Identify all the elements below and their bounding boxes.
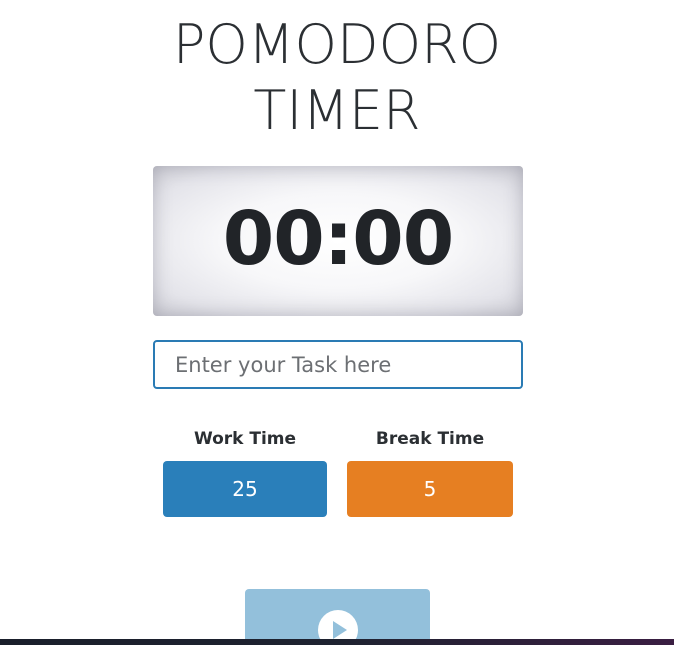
work-time-label: Work Time bbox=[193, 429, 297, 449]
break-time-label: Break Time bbox=[375, 429, 485, 449]
timer-display-panel: 00:00 bbox=[153, 166, 523, 316]
play-button[interactable] bbox=[245, 589, 430, 645]
taskbar-edge bbox=[0, 639, 674, 645]
pomodoro-page: POMODORO TIMER 00:00 Work Time Break Tim… bbox=[0, 0, 674, 645]
timer-display: 00:00 bbox=[222, 196, 455, 282]
work-time-value[interactable]: 25 bbox=[163, 461, 327, 517]
page-title-line1: POMODORO bbox=[172, 13, 502, 76]
break-time-value[interactable]: 5 bbox=[347, 461, 513, 517]
page-title-line2: TIMER bbox=[253, 79, 421, 142]
task-input[interactable] bbox=[153, 340, 523, 389]
